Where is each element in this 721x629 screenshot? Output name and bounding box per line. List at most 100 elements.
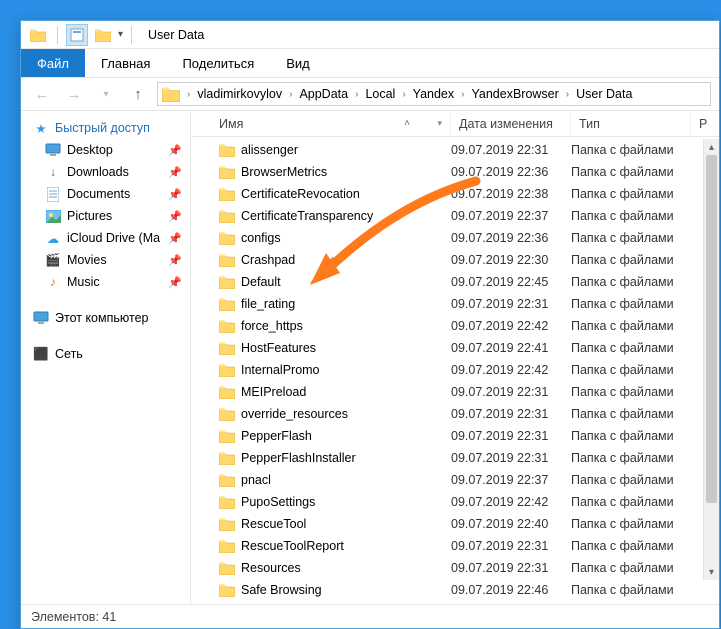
file-name: Resources xyxy=(241,561,301,575)
tab-home[interactable]: Главная xyxy=(85,49,166,77)
table-row[interactable]: MEIPreload09.07.2019 22:31Папка с файлам… xyxy=(191,381,719,403)
sidebar-item[interactable]: ↓Downloads📌 xyxy=(25,161,186,183)
table-row[interactable]: PupoSettings09.07.2019 22:42Папка с файл… xyxy=(191,491,719,513)
sidebar-item[interactable]: ♪Music📌 xyxy=(25,271,186,293)
sidebar-item[interactable]: Documents📌 xyxy=(25,183,186,205)
table-row[interactable]: Resources09.07.2019 22:31Папка с файлами xyxy=(191,557,719,579)
chevron-down-icon[interactable]: ▾ xyxy=(437,118,442,129)
scroll-up-icon[interactable]: ▴ xyxy=(704,139,719,155)
file-date: 09.07.2019 22:45 xyxy=(451,275,571,289)
up-button[interactable]: ↑ xyxy=(125,81,151,107)
sidebar-network[interactable]: ⬛ Сеть xyxy=(25,343,186,365)
table-row[interactable]: file_rating09.07.2019 22:31Папка с файла… xyxy=(191,293,719,315)
qat-dropdown-icon[interactable]: ▾ xyxy=(118,29,123,40)
breadcrumb[interactable]: › vladimirkovylov› AppData› Local› Yande… xyxy=(157,82,711,106)
sidebar-this-pc[interactable]: Этот компьютер xyxy=(25,307,186,329)
sidebar-item-label: Music xyxy=(67,275,100,289)
table-row[interactable]: override_resources09.07.2019 22:31Папка … xyxy=(191,403,719,425)
scroll-down-icon[interactable]: ▾ xyxy=(704,564,719,580)
file-type: Папка с файлами xyxy=(571,341,691,355)
folder-icon xyxy=(219,187,235,201)
file-date: 09.07.2019 22:40 xyxy=(451,517,571,531)
table-row[interactable]: force_https09.07.2019 22:42Папка с файла… xyxy=(191,315,719,337)
file-date: 09.07.2019 22:31 xyxy=(451,297,571,311)
file-name: RescueToolReport xyxy=(241,539,344,553)
chevron-right-icon: › xyxy=(184,89,193,100)
sort-indicator-icon: ˄ xyxy=(404,118,410,129)
table-row[interactable]: BrowserMetrics09.07.2019 22:36Папка с фа… xyxy=(191,161,719,183)
table-row[interactable]: Safe Browsing09.07.2019 22:46Папка с фай… xyxy=(191,579,719,601)
folder-icon xyxy=(219,495,235,509)
folder-icon xyxy=(219,583,235,597)
column-type[interactable]: Тип xyxy=(571,111,691,136)
table-row[interactable]: pnacl09.07.2019 22:37Папка с файлами xyxy=(191,469,719,491)
sidebar-item[interactable]: Pictures📌 xyxy=(25,205,186,227)
folder-icon xyxy=(219,429,235,443)
folder-icon xyxy=(219,209,235,223)
file-date: 09.07.2019 22:31 xyxy=(451,561,571,575)
table-row[interactable]: alissenger09.07.2019 22:31Папка с файлам… xyxy=(191,139,719,161)
forward-button[interactable]: → xyxy=(61,81,87,107)
recent-dropdown[interactable]: ▾ xyxy=(93,81,119,107)
status-count-label: Элементов: xyxy=(31,610,99,624)
vertical-scrollbar[interactable]: ▴ ▾ xyxy=(703,139,719,580)
sidebar-item[interactable]: 🎬Movies📌 xyxy=(25,249,186,271)
breadcrumb-seg[interactable]: User Data xyxy=(572,87,636,101)
file-type: Папка с файлами xyxy=(571,473,691,487)
table-row[interactable]: HostFeatures09.07.2019 22:41Папка с файл… xyxy=(191,337,719,359)
sidebar-item[interactable]: Desktop📌 xyxy=(25,139,186,161)
qat-open-button[interactable] xyxy=(92,24,114,46)
scroll-thumb[interactable] xyxy=(706,155,717,503)
file-date: 09.07.2019 22:31 xyxy=(451,407,571,421)
title-bar: ▾ User Data xyxy=(21,21,719,49)
file-name: HostFeatures xyxy=(241,341,316,355)
file-name: alissenger xyxy=(241,143,298,157)
file-type: Папка с файлами xyxy=(571,517,691,531)
sidebar-item-label: Быстрый доступ xyxy=(55,121,150,135)
tab-file[interactable]: Файл xyxy=(21,49,85,77)
table-row[interactable]: Default09.07.2019 22:45Папка с файлами xyxy=(191,271,719,293)
network-icon: ⬛ xyxy=(33,346,49,362)
back-button[interactable]: ← xyxy=(29,81,55,107)
tab-view[interactable]: Вид xyxy=(270,49,326,77)
qat-properties-button[interactable] xyxy=(66,24,88,46)
file-type: Папка с файлами xyxy=(571,143,691,157)
breadcrumb-seg[interactable]: Local xyxy=(361,87,399,101)
file-name: Safe Browsing xyxy=(241,583,322,597)
sidebar-item-label: iCloud Drive (Ma xyxy=(67,231,160,245)
column-modified[interactable]: Дата изменения xyxy=(451,111,571,136)
folder-icon xyxy=(219,231,235,245)
table-row[interactable]: CertificateRevocation09.07.2019 22:38Пап… xyxy=(191,183,719,205)
breadcrumb-seg[interactable]: vladimirkovylov xyxy=(193,87,286,101)
file-name: RescueTool xyxy=(241,517,306,531)
tab-share[interactable]: Поделиться xyxy=(166,49,270,77)
sidebar-quick-access[interactable]: ★ Быстрый доступ xyxy=(25,117,186,139)
file-date: 09.07.2019 22:37 xyxy=(451,473,571,487)
sidebar-item[interactable]: ☁iCloud Drive (Ma📌 xyxy=(25,227,186,249)
breadcrumb-seg[interactable]: YandexBrowser xyxy=(467,87,562,101)
table-row[interactable]: RescueToolReport09.07.2019 22:31Папка с … xyxy=(191,535,719,557)
breadcrumb-seg[interactable]: Yandex xyxy=(409,87,458,101)
file-name: PepperFlash xyxy=(241,429,312,443)
sidebar-item-label: Сеть xyxy=(55,347,83,361)
table-row[interactable]: InternalPromo09.07.2019 22:42Папка с фай… xyxy=(191,359,719,381)
file-name: InternalPromo xyxy=(241,363,320,377)
file-date: 09.07.2019 22:36 xyxy=(451,165,571,179)
table-row[interactable]: PepperFlash09.07.2019 22:31Папка с файла… xyxy=(191,425,719,447)
file-type: Папка с файлами xyxy=(571,319,691,333)
table-row[interactable]: CertificateTransparency09.07.2019 22:37П… xyxy=(191,205,719,227)
breadcrumb-seg[interactable]: AppData xyxy=(295,87,352,101)
column-name[interactable]: Имя ˄ ▾ xyxy=(191,111,451,136)
file-date: 09.07.2019 22:36 xyxy=(451,231,571,245)
table-row[interactable]: PepperFlashInstaller09.07.2019 22:31Папк… xyxy=(191,447,719,469)
table-row[interactable]: configs09.07.2019 22:36Папка с файлами xyxy=(191,227,719,249)
qat-folder-button[interactable] xyxy=(27,24,49,46)
pin-icon: 📌 xyxy=(168,210,182,223)
column-last[interactable]: Р xyxy=(691,111,719,136)
column-headers: Имя ˄ ▾ Дата изменения Тип Р xyxy=(191,111,719,137)
table-row[interactable]: Crashpad09.07.2019 22:30Папка с файлами xyxy=(191,249,719,271)
sidebar-item-label: Downloads xyxy=(67,165,129,179)
folder-icon xyxy=(219,363,235,377)
file-type: Папка с файлами xyxy=(571,297,691,311)
table-row[interactable]: RescueTool 09.07.2019 22:40Папка с файлам… xyxy=(191,513,719,535)
